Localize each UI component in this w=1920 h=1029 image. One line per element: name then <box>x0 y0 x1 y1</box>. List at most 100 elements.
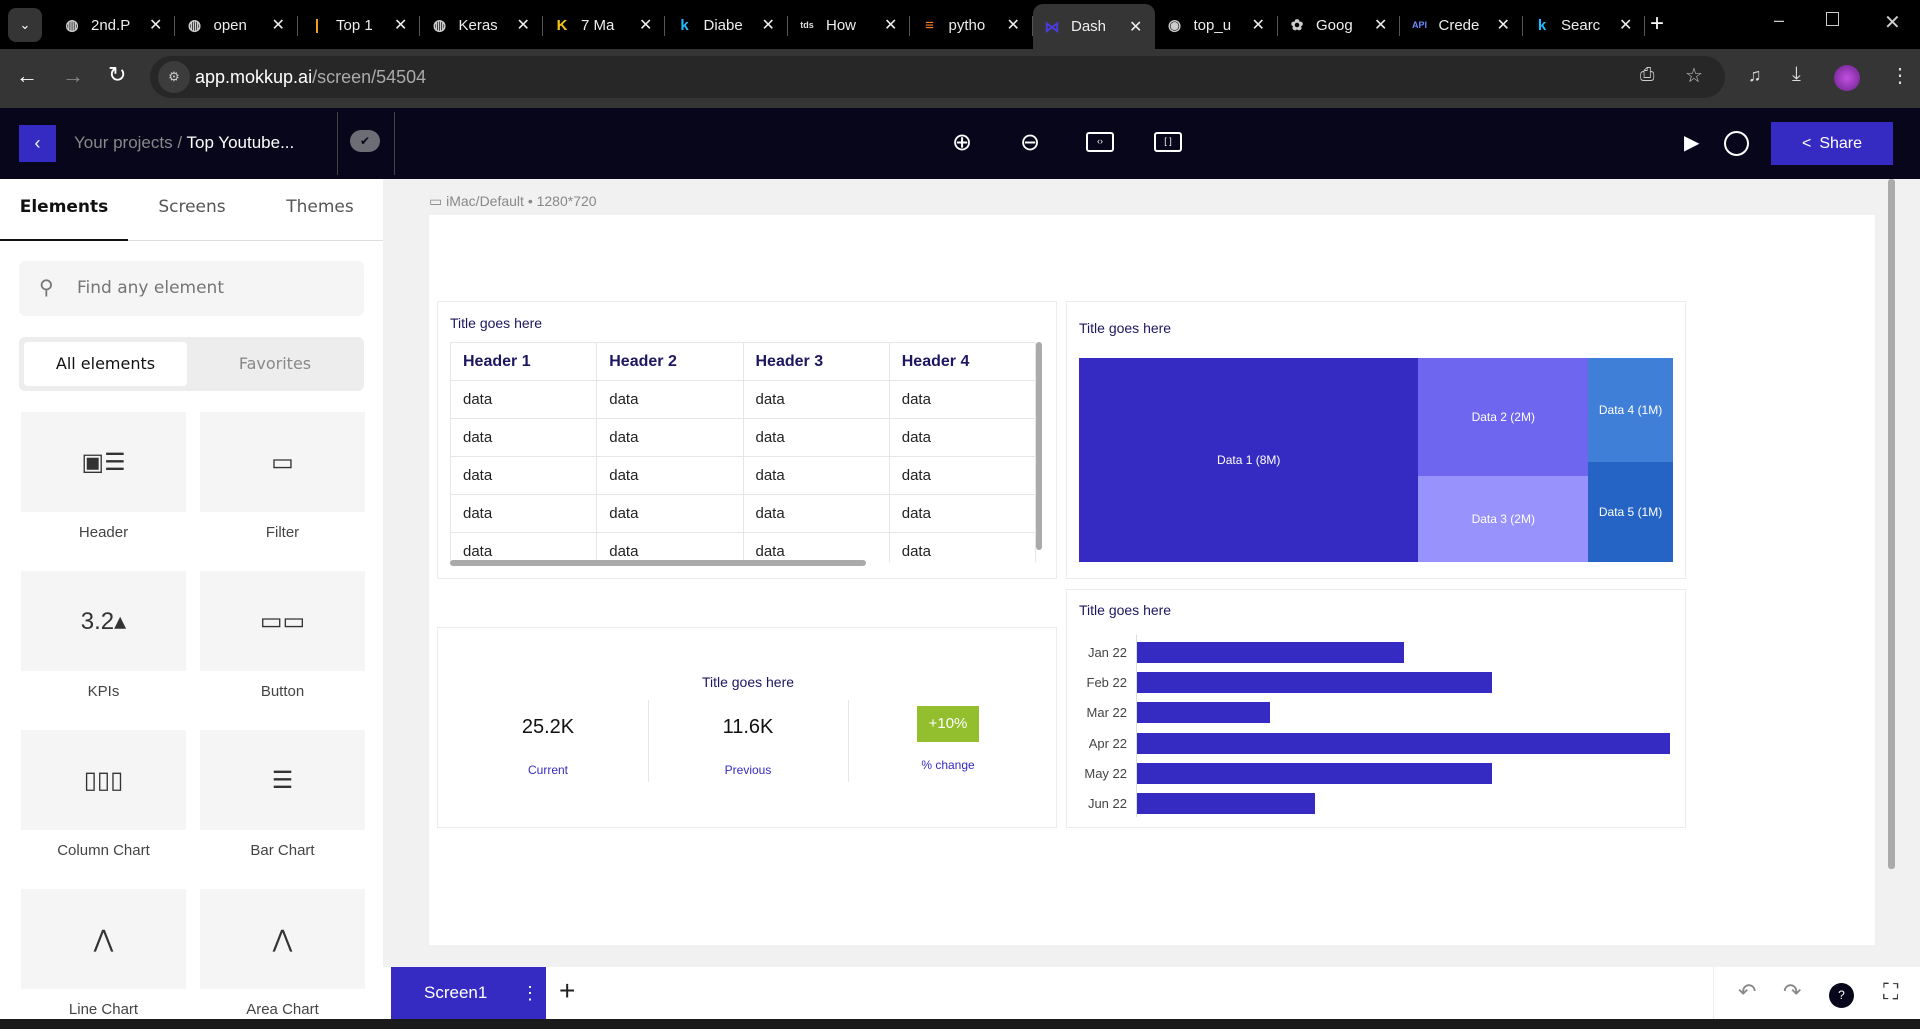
media-icon[interactable]: ♫ <box>1748 65 1762 86</box>
url-field[interactable]: ⚙ app.mokkup.ai/screen/54504 ⎙ ☆ <box>150 56 1725 98</box>
treemap-cell[interactable]: Data 4 (1M) <box>1588 358 1673 463</box>
table-vertical-scrollbar[interactable] <box>1036 342 1042 550</box>
browser-tab[interactable]: ◍ Keras ✕ <box>421 6 543 44</box>
element-line-chart[interactable]: ⋀ Line Chart <box>21 889 186 1018</box>
browser-tab[interactable]: ✿ Goog ✕ <box>1278 6 1400 44</box>
breadcrumb-root[interactable]: Your projects <box>74 133 173 152</box>
forward-icon[interactable]: → <box>62 63 84 89</box>
filter-favorites[interactable]: Favorites <box>191 342 359 386</box>
browser-menu-icon[interactable]: ⋮ <box>1890 63 1910 88</box>
sidebar-tab-screens[interactable]: Screens <box>128 197 256 217</box>
element-tile[interactable]: ⋀ <box>200 889 365 989</box>
sidebar-tab-elements[interactable]: Elements <box>0 197 128 217</box>
table-row[interactable]: data data data data <box>450 494 1036 533</box>
site-settings-icon[interactable]: ⚙ <box>158 61 190 93</box>
help-icon[interactable]: ? <box>1829 983 1854 1008</box>
browser-tab[interactable]: ≡ pytho ✕ <box>911 6 1033 44</box>
element-tile[interactable]: ▯▯▯ <box>21 730 186 830</box>
undo-icon[interactable]: ↶ <box>1738 979 1756 1005</box>
code-view-icon[interactable]: ‹› <box>1086 132 1114 152</box>
screen-options-icon[interactable]: ⋮ <box>521 967 539 1019</box>
bar[interactable] <box>1137 762 1493 784</box>
element-tile[interactable]: ☰ <box>200 730 365 830</box>
back-icon[interactable]: ← <box>16 63 38 89</box>
install-app-icon[interactable]: ⎙ <box>1640 64 1654 85</box>
project-name[interactable]: Top Youtube... <box>186 133 294 152</box>
browser-tab[interactable]: API Crede ✕ <box>1401 6 1523 44</box>
browser-tab[interactable]: k Searc ✕ <box>1523 6 1645 44</box>
minimize-button[interactable]: – <box>1774 10 1784 31</box>
treemap-card[interactable]: Title goes here Data 1 (8M) Data 2 (2M) Da… <box>1066 301 1686 579</box>
browser-tab[interactable]: ◉ top_u ✕ <box>1156 6 1278 44</box>
element-filter[interactable]: ▭ Filter <box>200 412 365 541</box>
bar-chart-card[interactable]: Title goes here Jan 22 Feb 22 Mar 22 Apr 22… <box>1066 589 1686 828</box>
element-tile[interactable]: 3.2▴ <box>21 571 186 671</box>
add-screen-button[interactable]: + <box>559 975 575 1007</box>
bar[interactable] <box>1137 672 1493 694</box>
close-tab-icon[interactable]: ✕ <box>762 15 775 35</box>
table-row[interactable]: data data data data <box>450 456 1036 495</box>
bar[interactable] <box>1137 642 1404 663</box>
back-button[interactable]: ‹ <box>19 125 56 162</box>
canvas-scrollbar[interactable] <box>1888 179 1895 869</box>
table-card[interactable]: Title goes here Header 1 Header 2 Header 3… <box>437 301 1057 579</box>
browser-tab[interactable]: ◍ 2nd.P ✕ <box>53 6 175 44</box>
close-tab-icon[interactable]: ✕ <box>517 15 530 35</box>
kpi-card[interactable]: Title goes here 25.2K Current 11.6K Prev… <box>437 627 1057 828</box>
browser-tab[interactable]: ◍ open ✕ <box>176 6 298 44</box>
element-tile[interactable]: ⋀ <box>21 889 186 989</box>
download-icon[interactable]: ⤓ <box>1792 63 1801 86</box>
element-bar-chart[interactable]: ☰ Bar Chart <box>200 730 365 859</box>
browser-tab[interactable]: k Diabe ✕ <box>666 6 788 44</box>
reload-icon[interactable]: ↻ <box>108 62 126 88</box>
treemap-cell[interactable]: Data 2 (2M) <box>1418 358 1589 477</box>
new-tab-button[interactable]: + <box>1650 10 1664 38</box>
screen-canvas[interactable]: Title goes here Header 1 Header 2 Header 3… <box>429 215 1875 945</box>
treemap-cell[interactable]: Data 3 (2M) <box>1418 476 1589 562</box>
comment-icon[interactable] <box>1724 131 1749 156</box>
element-tile[interactable]: ▣☰ <box>21 412 186 512</box>
zoom-in-icon[interactable]: ⊕ <box>952 128 972 157</box>
close-tab-icon[interactable]: ✕ <box>1129 17 1142 37</box>
close-tab-icon[interactable]: ✕ <box>1252 15 1265 35</box>
browser-tab[interactable]: ⋈ Dash ✕ <box>1033 4 1155 49</box>
tab-search-button[interactable]: ⌄ <box>8 8 42 42</box>
table-header[interactable]: Header 3 <box>742 342 890 381</box>
treemap-cell[interactable]: Data 5 (1M) <box>1588 462 1673 562</box>
zoom-out-icon[interactable]: ⊖ <box>1020 128 1040 157</box>
fit-screen-icon[interactable]: [ ] <box>1154 132 1182 152</box>
browser-tab[interactable]: | Top 1 ✕ <box>298 6 420 44</box>
bar[interactable] <box>1137 793 1315 814</box>
treemap-cell[interactable]: Data 1 (8M) <box>1079 358 1419 562</box>
table-header[interactable]: Header 4 <box>888 342 1036 381</box>
restore-button[interactable] <box>1826 12 1839 26</box>
element-tile[interactable]: ▭ <box>200 412 365 512</box>
sidebar-tab-themes[interactable]: Themes <box>256 197 384 217</box>
table-row[interactable]: data data data data <box>450 532 1036 562</box>
element-header[interactable]: ▣☰ Header <box>21 412 186 541</box>
table-horizontal-scrollbar[interactable] <box>450 560 866 566</box>
close-tab-icon[interactable]: ✕ <box>394 15 407 35</box>
table-header[interactable]: Header 1 <box>450 342 598 381</box>
filter-all-elements[interactable]: All elements <box>24 342 187 386</box>
table-header[interactable]: Header 2 <box>596 342 744 381</box>
bookmark-star-icon[interactable]: ☆ <box>1685 63 1703 88</box>
fullscreen-icon[interactable]: ⛶ <box>1883 979 1898 1005</box>
close-tab-icon[interactable]: ✕ <box>272 15 285 35</box>
close-tab-icon[interactable]: ✕ <box>884 15 897 35</box>
element-kpis[interactable]: 3.2▴ KPIs <box>21 571 186 700</box>
element-button[interactable]: ▭▭ Button <box>200 571 365 700</box>
element-search[interactable]: ⚲ <box>19 261 364 316</box>
element-area-chart[interactable]: ⋀ Area Chart <box>200 889 365 1018</box>
search-input[interactable] <box>77 271 347 305</box>
close-tab-icon[interactable]: ✕ <box>1374 15 1387 35</box>
redo-icon[interactable]: ↷ <box>1783 979 1801 1005</box>
browser-tab[interactable]: K 7 Ma ✕ <box>543 6 665 44</box>
element-tile[interactable]: ▭▭ <box>200 571 365 671</box>
close-tab-icon[interactable]: ✕ <box>149 15 162 35</box>
bar[interactable] <box>1137 702 1271 724</box>
share-button[interactable]: < Share <box>1771 122 1893 165</box>
close-tab-icon[interactable]: ✕ <box>639 15 652 35</box>
browser-tab[interactable]: tds How ✕ <box>788 6 910 44</box>
table-row[interactable]: data data data data <box>450 380 1036 419</box>
